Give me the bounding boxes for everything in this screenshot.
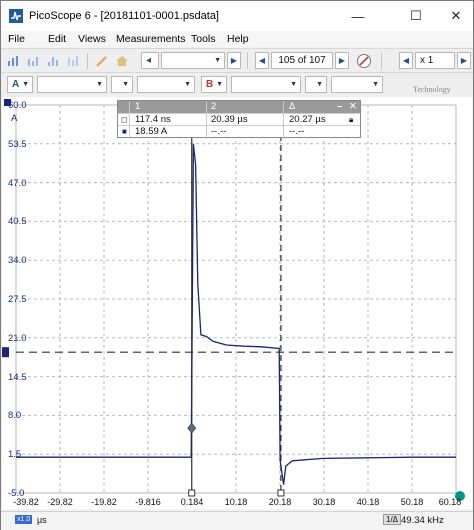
menu-views[interactable]: Views bbox=[78, 33, 106, 45]
menu-file[interactable]: File bbox=[8, 33, 25, 45]
frequency-mode-badge[interactable]: 1/Δ bbox=[383, 514, 402, 525]
trace-channel-a bbox=[16, 143, 456, 485]
y-tick-label: 47.0 bbox=[8, 177, 27, 189]
signal-ruler-handle bbox=[2, 347, 9, 358]
y-axis-unit: A bbox=[11, 113, 18, 124]
ruler-row-time: ◻ 117.4 ns 20.39 µs 20.27 µs 🔒︎ bbox=[118, 113, 360, 125]
ruler-col-delta: Δ bbox=[289, 101, 296, 112]
y-tick-label: 53.5 bbox=[8, 138, 27, 150]
ruler-table-header: 1 2 Δ – ✕ bbox=[118, 101, 360, 113]
signal-ruler-icon: ■ bbox=[122, 127, 127, 136]
scope-mode-icon[interactable] bbox=[5, 52, 23, 69]
toolbar-capture: ◂ ▼ ▶ ◀ 105 of 107 ▶ ◀ x 1 ▶ bbox=[1, 48, 473, 72]
menu-edit[interactable]: Edit bbox=[48, 33, 66, 45]
y-tick-label: 21.0 bbox=[8, 332, 27, 344]
title-bar: PicoScope 6 - [20181101-0001.psdata] — ☐… bbox=[1, 1, 473, 31]
channel-a-options-select[interactable]: ▼ bbox=[137, 76, 195, 93]
frequency-readout: 49.34 kHz bbox=[401, 515, 444, 526]
compass-icon[interactable] bbox=[355, 52, 373, 69]
channel-a-label: A bbox=[12, 79, 20, 90]
status-bar: x1.0 µs 1/Δ 49.34 kHz bbox=[1, 511, 473, 530]
x-tick-label: 30.18 bbox=[312, 497, 336, 507]
trace-layer bbox=[16, 143, 456, 485]
zoom-up-button[interactable]: ▶ bbox=[457, 52, 471, 69]
minimize-button[interactable]: — bbox=[343, 5, 373, 27]
picoscope-window: PicoScope 6 - [20181101-0001.psdata] — ☐… bbox=[0, 0, 474, 530]
channel-a-select[interactable]: A ▼ bbox=[7, 76, 33, 93]
time-ruler-2-handle bbox=[277, 489, 285, 497]
spectrum-mode-icon[interactable] bbox=[45, 52, 63, 69]
marker-layer bbox=[187, 422, 465, 501]
persistence-mode-icon[interactable] bbox=[25, 52, 43, 69]
ruler-table[interactable]: 1 2 Δ – ✕ ◻ 117.4 ns 20.39 µs 20.27 µs 🔒… bbox=[117, 100, 361, 139]
probe-icon[interactable] bbox=[93, 52, 111, 69]
channel-a-coupling-select[interactable]: ▼ bbox=[111, 76, 133, 93]
channel-b-range-select[interactable]: ▼ bbox=[231, 76, 301, 93]
x-tick-label: 60.18 bbox=[438, 497, 462, 507]
channel-b-coupling-select[interactable]: ▼ bbox=[305, 76, 327, 93]
channel-b-options-select[interactable]: ▼ bbox=[331, 76, 383, 93]
zoom-select[interactable]: x 1 bbox=[415, 52, 455, 69]
buffer-position-field[interactable]: 105 of 107 bbox=[271, 52, 333, 69]
menu-tools[interactable]: Tools bbox=[191, 33, 216, 45]
scope-view[interactable]: 60.0 53.5 47.0 40.5 34.0 27.5 21.0 14.5 8.0 1.5 -5… bbox=[2, 97, 472, 509]
maximize-button[interactable]: ☐ bbox=[401, 5, 431, 27]
y-tick-label: 1.5 bbox=[8, 449, 22, 461]
x-tick-label: 10.18 bbox=[224, 497, 248, 507]
buffer-prev-button[interactable]: ◀ bbox=[255, 52, 269, 69]
buffer-next-button[interactable]: ▶ bbox=[335, 52, 349, 69]
y-tick-label: 60.0 bbox=[8, 100, 27, 111]
waveform-plot[interactable] bbox=[2, 97, 472, 509]
ruler-signal-delta: --.-- bbox=[289, 126, 305, 137]
timebase-up-button[interactable]: ▶ bbox=[227, 52, 241, 69]
x-tick-label: 0.184 bbox=[180, 497, 204, 507]
scale-badge[interactable]: x1.0 bbox=[15, 515, 33, 524]
serial-mode-icon[interactable] bbox=[65, 52, 83, 69]
x-axis-unit: µs bbox=[37, 515, 47, 525]
y-tick-label: 40.5 bbox=[8, 216, 27, 228]
menu-measurements[interactable]: Measurements bbox=[116, 33, 185, 45]
close-button[interactable]: ✕ bbox=[441, 5, 471, 27]
window-title: PicoScope 6 - [20181101-0001.psdata] bbox=[29, 10, 219, 22]
x-tick-label: -29.82 bbox=[47, 497, 73, 507]
x-tick-label: 20.18 bbox=[268, 497, 292, 507]
x-tick-label: -9.816 bbox=[135, 497, 161, 507]
home-icon[interactable] bbox=[113, 52, 131, 69]
channel-b-select[interactable]: B ▼ bbox=[201, 76, 227, 93]
ruler-lines bbox=[2, 105, 456, 497]
x-tick-label: 50.18 bbox=[400, 497, 424, 507]
watermark-text: Technology bbox=[413, 85, 451, 94]
x-tick-label: -19.82 bbox=[91, 497, 117, 507]
ruler-signal-1: 18.59 A bbox=[135, 126, 168, 137]
channel-a-range-select[interactable]: ▼ bbox=[37, 76, 107, 93]
trigger-marker bbox=[187, 422, 197, 434]
ruler-row-signal: ■ 18.59 A --.-- --.-- bbox=[118, 125, 360, 137]
menu-help[interactable]: Help bbox=[227, 33, 249, 45]
x-axis-labels: -39.82 -29.82 -19.82 -9.816 0.184 10.18 20.18 3… bbox=[1, 497, 473, 511]
ruler-col-2: 2 bbox=[211, 101, 217, 112]
y-tick-label: 34.0 bbox=[8, 255, 27, 267]
menu-bar: File Edit Views Measurements Tools Help bbox=[1, 31, 473, 47]
close-table-icon[interactable]: ✕ bbox=[346, 101, 357, 113]
y-tick-label: 8.0 bbox=[8, 410, 22, 422]
timebase-select[interactable]: ▼ bbox=[161, 52, 225, 69]
zoom-down-button[interactable]: ◀ bbox=[399, 52, 413, 69]
x-tick-label: 40.18 bbox=[356, 497, 380, 507]
timebase-down-button[interactable]: ◂ bbox=[141, 52, 159, 69]
time-ruler-1-handle bbox=[188, 489, 196, 497]
toolbar-channels: A ▼ ▼ ▼ ▼ B ▼ ▼ ▼ ▼ Technology bbox=[1, 72, 473, 97]
y-tick-label: 27.5 bbox=[8, 294, 27, 305]
minimize-table-icon[interactable]: – bbox=[334, 101, 342, 113]
channel-b-label: B bbox=[206, 79, 214, 90]
picoscope-app-icon bbox=[9, 9, 23, 23]
plot-grid bbox=[4, 99, 457, 494]
y-tick-label: 14.5 bbox=[8, 371, 27, 383]
x-tick-label: -39.82 bbox=[13, 497, 39, 507]
ruler-col-1: 1 bbox=[135, 101, 141, 112]
ruler-signal-2: --.-- bbox=[211, 126, 227, 137]
